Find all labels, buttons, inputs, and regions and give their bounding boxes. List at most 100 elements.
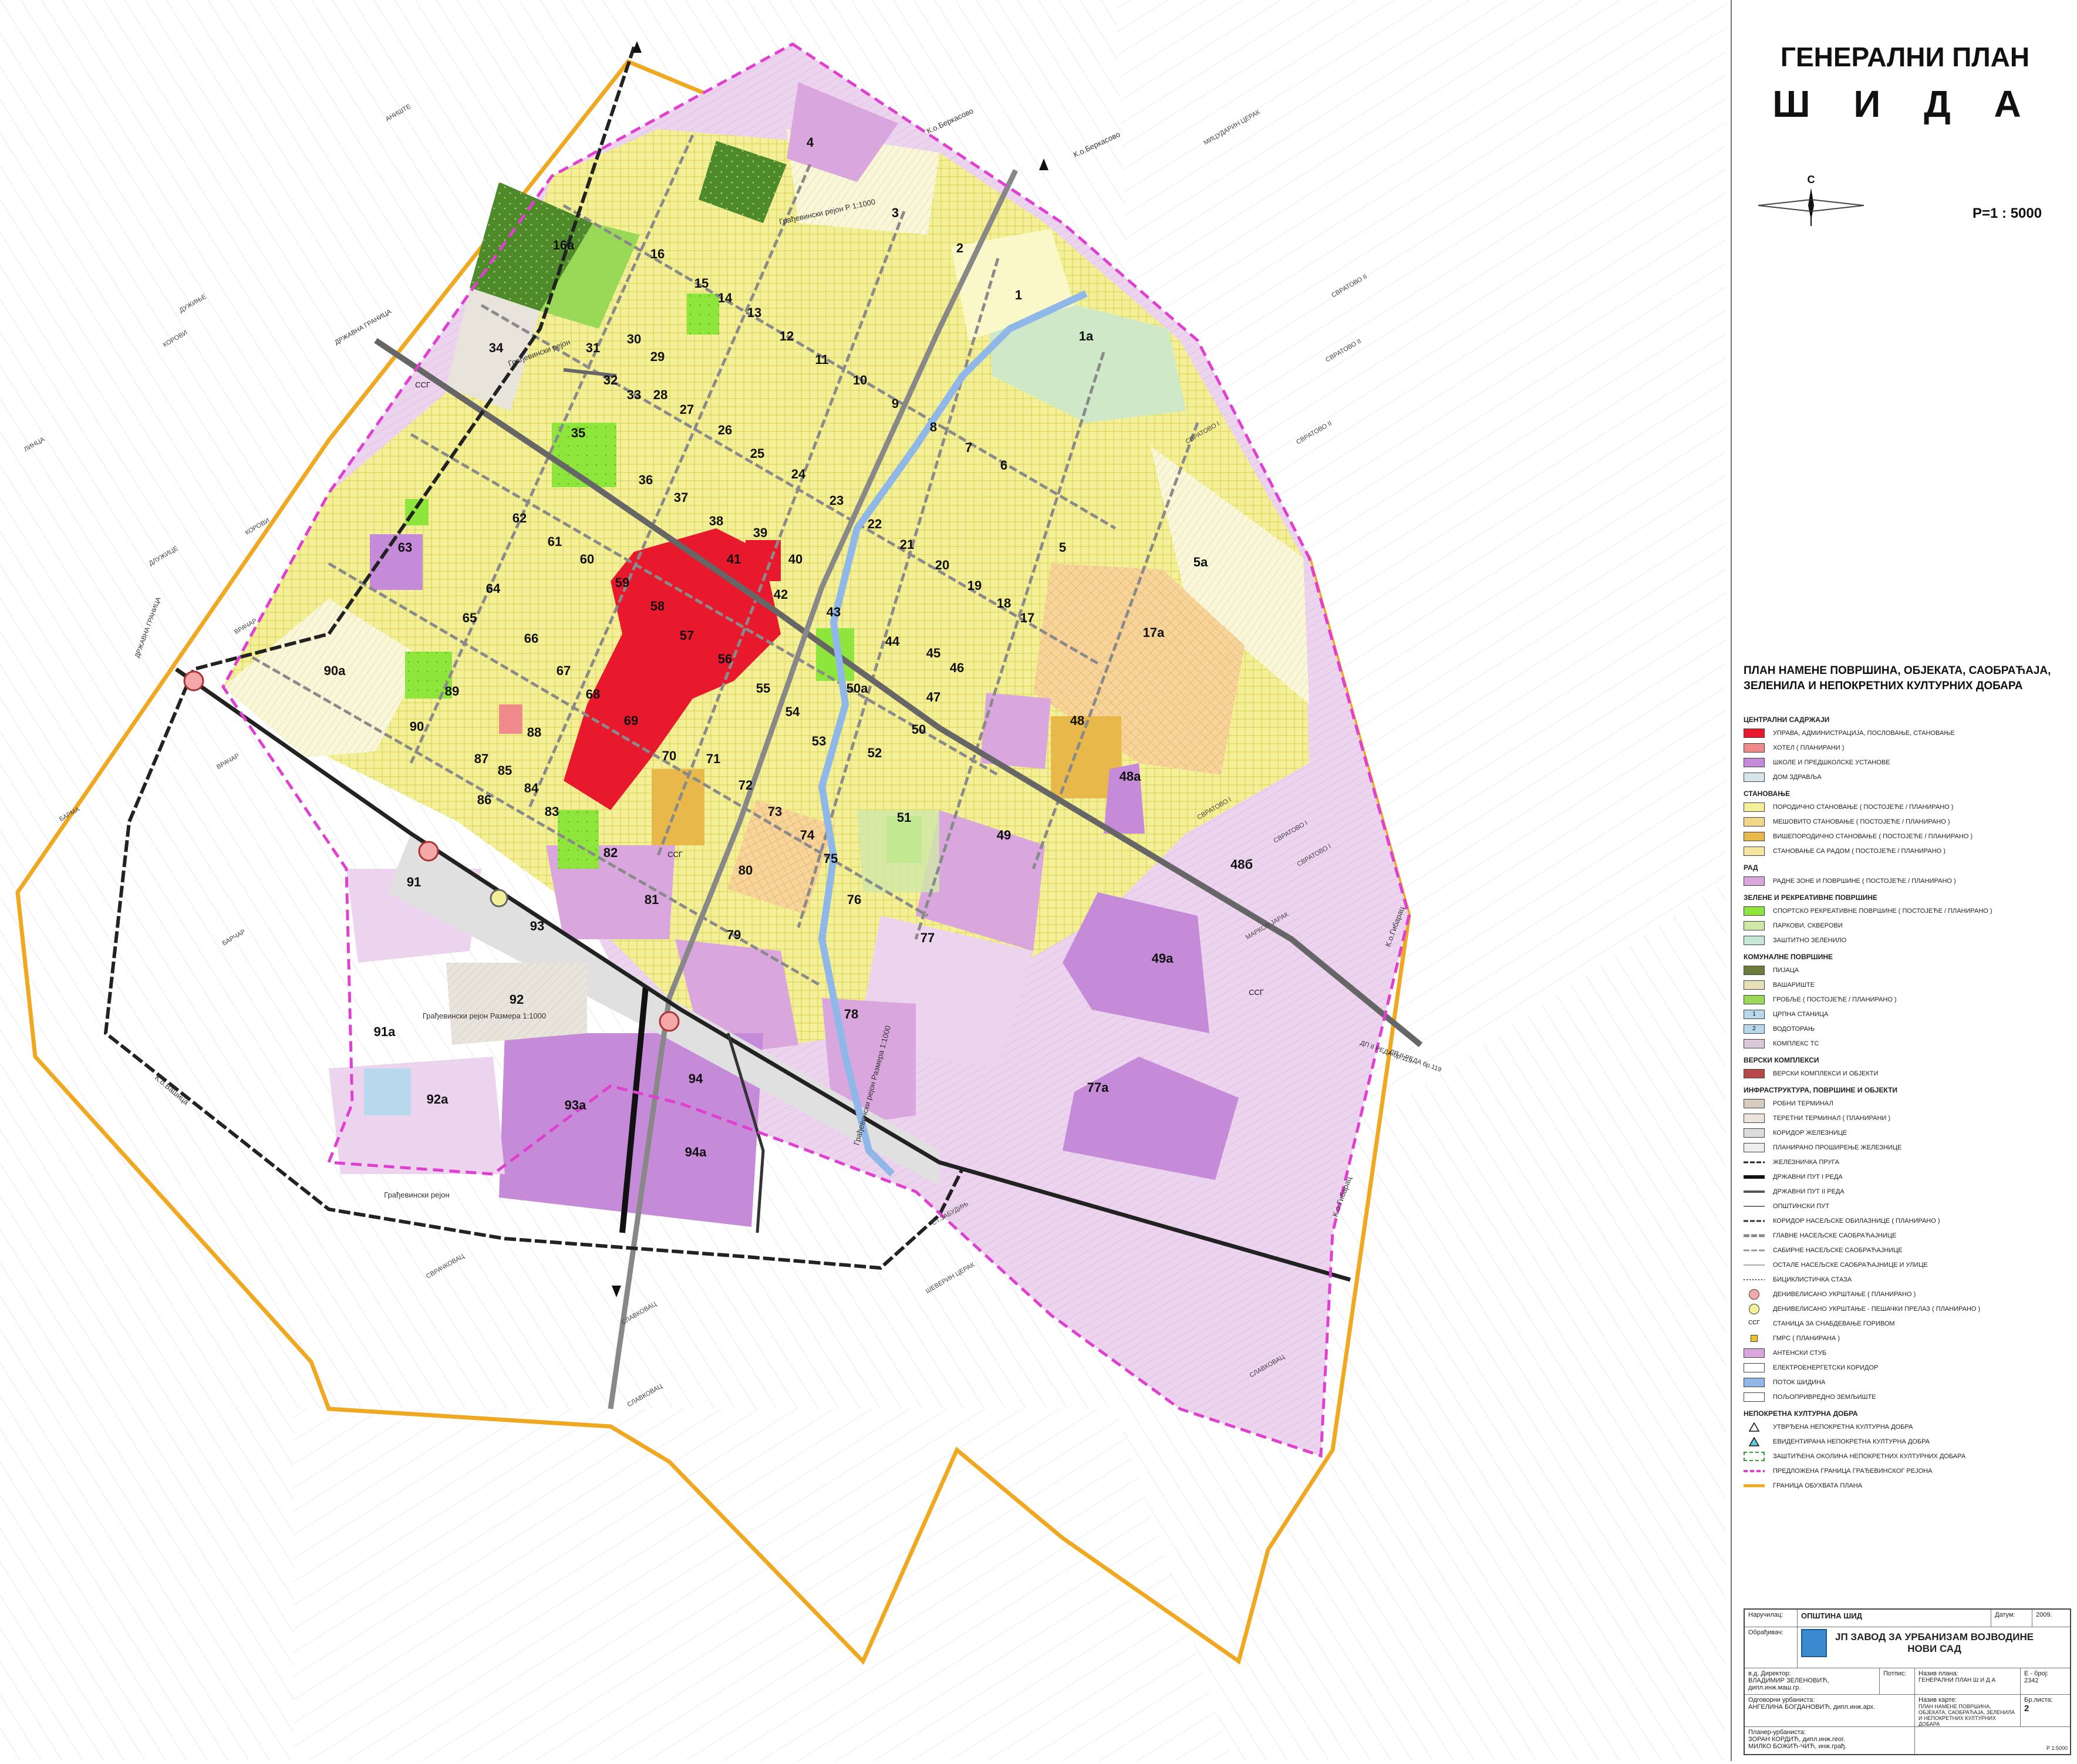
planner-1: ЗОРАН КОРДИЋ, дипл.инж.геог. <box>1748 1736 1845 1743</box>
zone-number-label: 15 <box>694 276 709 291</box>
zone-number-label: 79 <box>727 927 741 942</box>
legend-item: ВИШЕПОРОДИЧНО СТАНОВАЊЕ ( ПОСТОЈЕЋЕ / ПЛ… <box>1744 829 2072 844</box>
zone-number-label: 57 <box>680 628 694 643</box>
zone-number-label: 40 <box>788 552 803 566</box>
zone-number-label: 49а <box>1152 951 1174 966</box>
legend-section-title: ВЕРСКИ КОМПЛЕКСИ <box>1744 1056 1819 1064</box>
legend-item-label: ГРАНИЦА ОБУХВАТА ПЛАНА <box>1773 1482 1863 1489</box>
legend-swatch <box>1744 1362 1765 1372</box>
legend-item-label: КОМПЛЕКС ТС <box>1773 1040 1819 1047</box>
zone-number-label: 6 <box>1000 458 1007 473</box>
legend-item-label: ПАРКОВИ, СКВЕРОВИ <box>1773 922 1843 929</box>
triangle-icon <box>1744 1436 1765 1446</box>
zone-number-label: 86 <box>477 792 491 807</box>
zone-number-label: 68 <box>586 687 600 701</box>
legend-item: РАДНЕ ЗОНЕ И ПОВРШИНЕ ( ПОСТОЈЕЋЕ / ПЛАН… <box>1744 873 2072 888</box>
legend-section-title: РАД <box>1744 864 1758 872</box>
signature-label: Потпис: <box>1880 1668 1915 1694</box>
legend-swatch <box>1744 1142 1765 1152</box>
zone-number-label: 88 <box>527 725 541 740</box>
north-arrow-icon: С <box>1758 174 1864 226</box>
zone-number-label: 43 <box>827 605 841 619</box>
zone-number-label: 38 <box>709 514 723 528</box>
legend-item-label: ДЕНИВЕЛИСАНО УКРШТАЊЕ ( ПЛАНИРАНО ) <box>1773 1290 1916 1298</box>
zone-number-label: 78 <box>844 1007 858 1021</box>
zone-number-label: 46 <box>950 660 964 675</box>
region-label: Грађевински реjон Размера 1:1000 <box>423 1011 546 1020</box>
zone-number-label: 60 <box>580 552 594 566</box>
zone-number-label: 11 <box>815 352 828 367</box>
legend-line-swatch <box>1744 1469 1765 1472</box>
zone-number-label: 27 <box>680 402 694 417</box>
legend-item-label: УПРАВА, АДМИНИСТРАЦИЈА, ПОСЛОВАЊЕ, СТАНО… <box>1773 729 1955 737</box>
zone-number-label: 83 <box>545 804 559 819</box>
zone-number-label: 75 <box>824 851 838 866</box>
legend-swatch <box>1744 802 1765 812</box>
legend-item: 1 ЦРПНА СТАНИЦА <box>1744 1007 2072 1021</box>
responsible-label: Одговорни урбаниста: <box>1748 1696 1815 1704</box>
fuel-station-label: ССГ <box>415 380 430 389</box>
zone-number-label: 87 <box>474 751 488 766</box>
map-name-value: ПЛАН НАМЕНЕ ПОВРШИНА, ОБЈЕКАТА, САОБРАЋА… <box>1918 1704 2015 1726</box>
legend-swatch <box>1744 1377 1765 1387</box>
legend-item: ОПШТИНСКИ ПУТ <box>1744 1199 2072 1213</box>
zone-number-label: 13 <box>747 305 761 320</box>
legend-line-swatch <box>1744 1175 1765 1179</box>
zone-number-label: 12 <box>780 329 794 343</box>
zone-number-label: 33 <box>627 387 641 402</box>
zone-number-label: 1 <box>1015 288 1022 302</box>
zone-number-label: 94а <box>685 1145 707 1159</box>
number-value: 2342 <box>2024 1677 2039 1684</box>
map-name-label: Назив карте: <box>1918 1696 1957 1704</box>
legend-swatch <box>1744 980 1765 990</box>
fuel-station-label: ССГ <box>667 850 683 859</box>
legend-item-label: ВЕРСКИ КОМПЛЕКСИ И ОБЈЕКТИ <box>1773 1070 1879 1077</box>
zone-number-label: 41 <box>727 552 741 566</box>
scale-note: Р 1:5000 <box>2046 1745 2068 1751</box>
legend-item-label: РОБНИ ТЕРМИНАЛ <box>1773 1099 1833 1107</box>
maker-line2: НОВИ САД <box>1907 1643 1961 1654</box>
legend-item: АНТЕНСКИ СТУБ <box>1744 1345 2072 1360</box>
legend-line-swatch <box>1744 1249 1765 1251</box>
zone-number-label: 67 <box>557 663 571 678</box>
planners-label: Планер-урбаниста: <box>1748 1729 1806 1736</box>
zone-number-label: 21 <box>900 537 914 552</box>
legend-item: КОРИДОР НАСЕЉСКЕ ОБИЛАЗНИЦЕ ( ПЛАНИРАНО … <box>1744 1213 2072 1228</box>
planner-2: МИЛКО БОЖИЋ-ЧИЋ, инж.грађ. <box>1748 1743 1847 1750</box>
zone-number-label: 20 <box>935 558 949 572</box>
legend-item: ГРОБЉЕ ( ПОСТОЈЕЋЕ / ПЛАНИРАНО ) <box>1744 992 2072 1007</box>
legend-line-swatch <box>1744 1220 1765 1222</box>
legend-swatch <box>1744 1451 1765 1461</box>
plan-name-label: Назив плана: <box>1918 1670 1958 1677</box>
zone-number-label: 26 <box>718 423 732 437</box>
legend-line-swatch <box>1744 1161 1765 1163</box>
zone-number-label: 61 <box>548 534 562 549</box>
legend-item-label: ЖЕЛЕЗНИЧКА ПРУГА <box>1773 1158 1839 1166</box>
zone-number-label: 48а <box>1120 769 1141 784</box>
zone-number-label: 34 <box>489 340 504 355</box>
zone-number-label: 72 <box>739 778 753 792</box>
legend-item-label: ЕЛЕКТРОЕНЕРГЕТСКИ КОРИДОР <box>1773 1364 1879 1371</box>
zone-number-label: 89 <box>445 684 459 699</box>
zone-number-label: 17а <box>1143 625 1165 640</box>
legend-item-label: ДЕНИВЕЛИСАНО УКРШТАЊЕ - ПЕШАЧКИ ПРЕЛАЗ (… <box>1773 1305 1981 1313</box>
zone-number-label: 25 <box>750 446 764 461</box>
legend-item: ТЕРЕТНИ ТЕРМИНАЛ ( ПЛАНИРАНИ ) <box>1744 1111 2072 1125</box>
zone-number-label: 47 <box>926 690 940 704</box>
zone-number-label: 92 <box>510 992 524 1007</box>
legend-item: ДЕНИВЕЛИСАНО УКРШТАЊЕ ( ПЛАНИРАНО ) <box>1744 1287 2072 1301</box>
legend-item: ХОТЕЛ ( ПЛАНИРАНИ ) <box>1744 740 2072 755</box>
legend-swatch: 2 <box>1744 1024 1765 1034</box>
legend-item-label: ЕВИДЕНТИРАНА НЕПОКРЕТНА КУЛТУРНА ДОБРА <box>1773 1438 1930 1445</box>
legend-swatch <box>1744 1098 1765 1108</box>
zone-number-label: 49 <box>997 828 1011 842</box>
zone-number-label: 94 <box>689 1071 703 1086</box>
zone-number-label: 24 <box>791 467 806 481</box>
zone-number-label: 48б <box>1230 857 1253 872</box>
zone-number-label: 69 <box>624 713 638 728</box>
legend-line-swatch <box>1744 1190 1765 1193</box>
maker-label: Обрађивач: <box>1745 1627 1798 1668</box>
legend-item-label: СПОРТСКО РЕКРЕАТИВНЕ ПОВРШИНЕ ( ПОСТОЈЕЋ… <box>1773 907 1992 915</box>
legend-item: ДЕНИВЕЛИСАНО УКРШТАЊЕ - ПЕШАЧКИ ПРЕЛАЗ (… <box>1744 1301 2072 1316</box>
legend-line-swatch <box>1744 1484 1765 1487</box>
